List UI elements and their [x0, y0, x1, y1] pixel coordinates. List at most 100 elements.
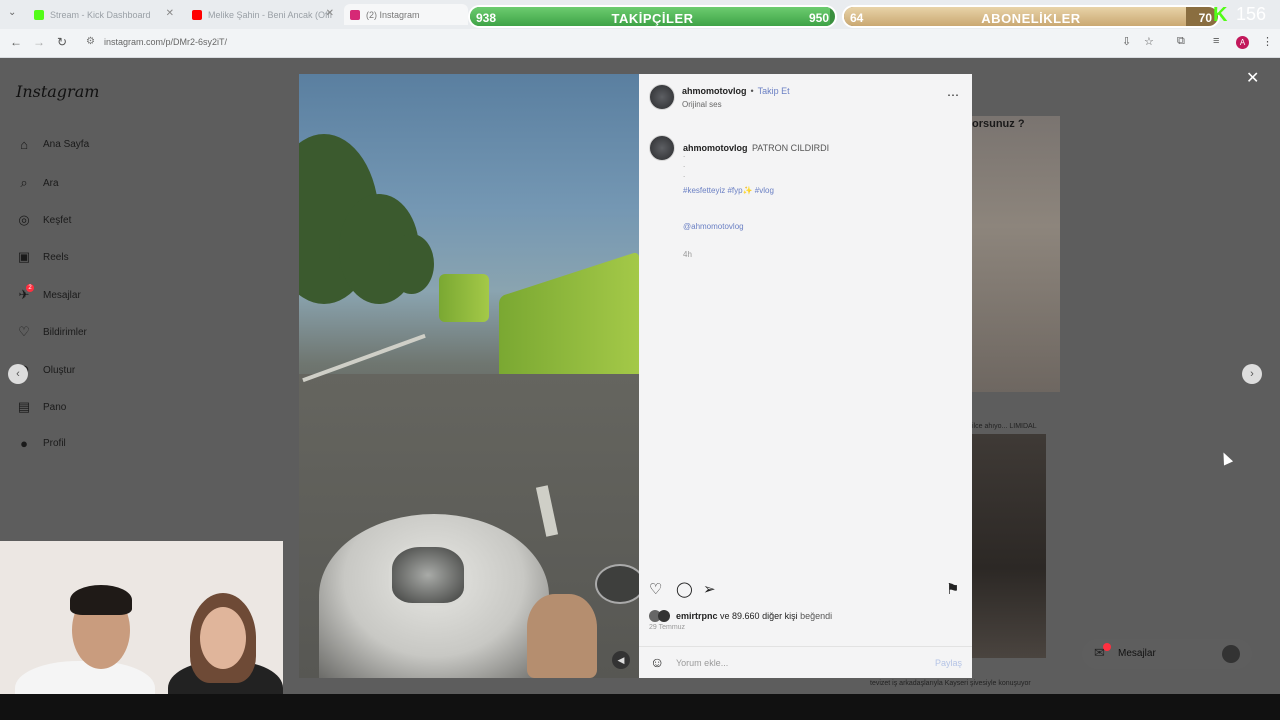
- instagram-favicon-icon: [350, 9, 360, 20]
- close-modal-icon[interactable]: ✕: [1246, 68, 1259, 88]
- sidebar-item-label: Ara: [43, 177, 59, 189]
- likes-suffix: beğendi: [800, 611, 833, 621]
- sidebar-item-explore[interactable]: ◎ Keşfet: [16, 212, 71, 228]
- streamer-male: [70, 585, 132, 615]
- sidebar-item-label: Pano: [43, 401, 67, 413]
- chat-avatar: [1222, 645, 1240, 663]
- comment-icon[interactable]: ◯: [676, 580, 693, 598]
- tab-kick-dashboard[interactable]: Stream - Kick Dashboard ✕: [28, 4, 180, 25]
- audio-toggle-icon[interactable]: ◀: [612, 651, 630, 669]
- share-icon[interactable]: ➢: [703, 580, 716, 598]
- audio-label[interactable]: Orijinal ses: [682, 100, 722, 109]
- video-scene: [439, 274, 489, 322]
- caption-text: PATRON CILDIRDI: [751, 143, 830, 153]
- sidebar-item-label: Profil: [43, 438, 66, 449]
- messages-chip-badge: [1103, 643, 1111, 651]
- sidebar-item-notifications[interactable]: ♡ Bildirimler: [16, 324, 87, 340]
- next-post-icon[interactable]: ›: [1242, 364, 1262, 384]
- bookmark-star-icon[interactable]: ☆: [1144, 35, 1154, 48]
- sidebar-item-label: Reels: [43, 251, 69, 263]
- caption-mention[interactable]: @ahmomotovlog: [683, 222, 744, 231]
- caption-dot: .: [683, 170, 686, 179]
- compass-icon: ◎: [18, 212, 30, 227]
- subscribers-goal-bar: 64 ABONELİKLER 70: [842, 5, 1220, 28]
- emoji-icon[interactable]: ☺: [650, 654, 664, 670]
- save-icon[interactable]: ⚑: [946, 580, 959, 598]
- media-controls-icon[interactable]: ≡: [1213, 35, 1219, 47]
- tab-title: Melike Şahin - Beni Ancak (Offi: [208, 9, 332, 20]
- sidebar-item-label: Bildirimler: [43, 326, 87, 338]
- site-info-icon[interactable]: ⚙: [86, 36, 95, 47]
- sidebar-item-dashboard[interactable]: ▤ Pano: [16, 399, 67, 415]
- subscribers-label: ABONELİKLER: [981, 11, 1081, 26]
- tab-search-dropdown-icon[interactable]: ⌄: [8, 7, 16, 18]
- caption-timestamp: 4h: [683, 250, 692, 259]
- sidebar-item-label: Ana Sayfa: [43, 139, 90, 150]
- caption-dot: .: [683, 160, 686, 169]
- video-scene: [595, 564, 639, 604]
- dashboard-icon: ▤: [17, 399, 31, 414]
- caption-hashtags[interactable]: #kesfetteyiz #fyp✨ #vlog: [683, 186, 774, 195]
- tab-title: (2) Instagram: [366, 9, 420, 20]
- separator-dot: •: [750, 86, 754, 96]
- video-scene: [527, 594, 597, 678]
- followers-label: TAKİPÇİLER: [611, 11, 694, 26]
- caption-dot: .: [683, 150, 686, 159]
- sidebar-item-label: Mesajlar: [43, 289, 81, 301]
- bottom-bar: [0, 694, 1280, 720]
- liker-avatar[interactable]: [658, 610, 670, 622]
- background-post-text: ilce ahıyo... LIMIDAL: [972, 423, 1037, 430]
- extensions-icon[interactable]: ⧉: [1177, 35, 1185, 48]
- post-author-avatar[interactable]: [649, 84, 675, 110]
- address-bar-url[interactable]: instagram.com/p/DMr2-6sy2iT/: [104, 37, 227, 47]
- caption-author-avatar[interactable]: [649, 135, 675, 161]
- youtube-favicon-icon: [192, 9, 202, 20]
- sidebar-item-reels[interactable]: ▣ Reels: [16, 249, 69, 265]
- comment-input[interactable]: Yorum ekle...: [676, 658, 728, 668]
- tab-instagram[interactable]: (2) Instagram: [344, 4, 468, 25]
- instagram-logo[interactable]: Instagram: [16, 82, 99, 101]
- kick-favicon-icon: [34, 9, 44, 20]
- post-comment-button[interactable]: Paylaş: [935, 658, 962, 668]
- post-video[interactable]: ◀: [299, 74, 639, 678]
- heart-icon: ♡: [18, 324, 30, 339]
- tab-youtube-video[interactable]: Melike Şahin - Beni Ancak (Offi ✕: [186, 4, 340, 25]
- tab-title: Stream - Kick Dashboard: [50, 9, 151, 20]
- sidebar-item-profile[interactable]: ● Profil: [16, 436, 66, 451]
- install-app-icon[interactable]: ⇩: [1122, 35, 1131, 48]
- more-options-icon[interactable]: ⋯: [947, 88, 959, 102]
- close-tab-icon[interactable]: ✕: [326, 8, 334, 19]
- previous-post-icon[interactable]: ‹: [8, 364, 28, 384]
- thumbnail-caption: orsunuz ?: [972, 118, 1025, 130]
- forward-icon[interactable]: →: [33, 35, 45, 49]
- background-post-thumbnail[interactable]: [972, 434, 1046, 658]
- post-header: ahmomotovlog • Takip Et: [682, 86, 790, 96]
- like-icon[interactable]: ♡: [649, 580, 662, 598]
- streamer-female: [200, 607, 246, 669]
- browser-toolbar: ← → ↻ ⚙ instagram.com/p/DMr2-6sy2iT/ ⇩ ☆…: [0, 29, 1280, 58]
- background-post-text: tevizet iş arkadaşlarıyla Kayseri şivesi…: [870, 680, 1031, 687]
- post-panel: ahmomotovlog • Takip Et Orijinal ses ⋯ a…: [639, 74, 972, 678]
- post-author-username[interactable]: ahmomotovlog: [682, 86, 747, 96]
- close-tab-icon[interactable]: ✕: [166, 8, 174, 19]
- background-post-thumbnail[interactable]: orsunuz ?: [972, 116, 1060, 392]
- browser-menu-icon[interactable]: ⋮: [1262, 35, 1273, 48]
- post-date: 29 Temmuz: [649, 624, 686, 631]
- back-icon[interactable]: ←: [10, 35, 22, 49]
- kick-logo-icon: K: [1213, 4, 1228, 26]
- reload-icon[interactable]: ↻: [57, 35, 67, 49]
- video-scene: [389, 234, 434, 294]
- home-icon: ⌂: [20, 137, 28, 152]
- sidebar-item-home[interactable]: ⌂ Ana Sayfa: [16, 137, 89, 152]
- post-caption: ahmomotovlog PATRON CILDIRDI: [683, 138, 829, 156]
- likes-count[interactable]: ve 89.660 diğer kişi: [720, 611, 798, 621]
- profile-avatar[interactable]: A: [1236, 36, 1249, 49]
- followers-goal: 950: [808, 11, 829, 25]
- comment-composer: ☺ Yorum ekle... Paylaş: [639, 646, 972, 678]
- messages-chip[interactable]: ✉ Mesajlar: [1082, 639, 1252, 669]
- webcam-overlay: [0, 541, 283, 700]
- liker-username[interactable]: emirtrpnc: [676, 611, 718, 621]
- follow-button[interactable]: Takip Et: [758, 86, 790, 96]
- caption-username[interactable]: ahmomotovlog: [683, 143, 748, 153]
- sidebar-item-search[interactable]: ⌕ Ara: [16, 175, 59, 191]
